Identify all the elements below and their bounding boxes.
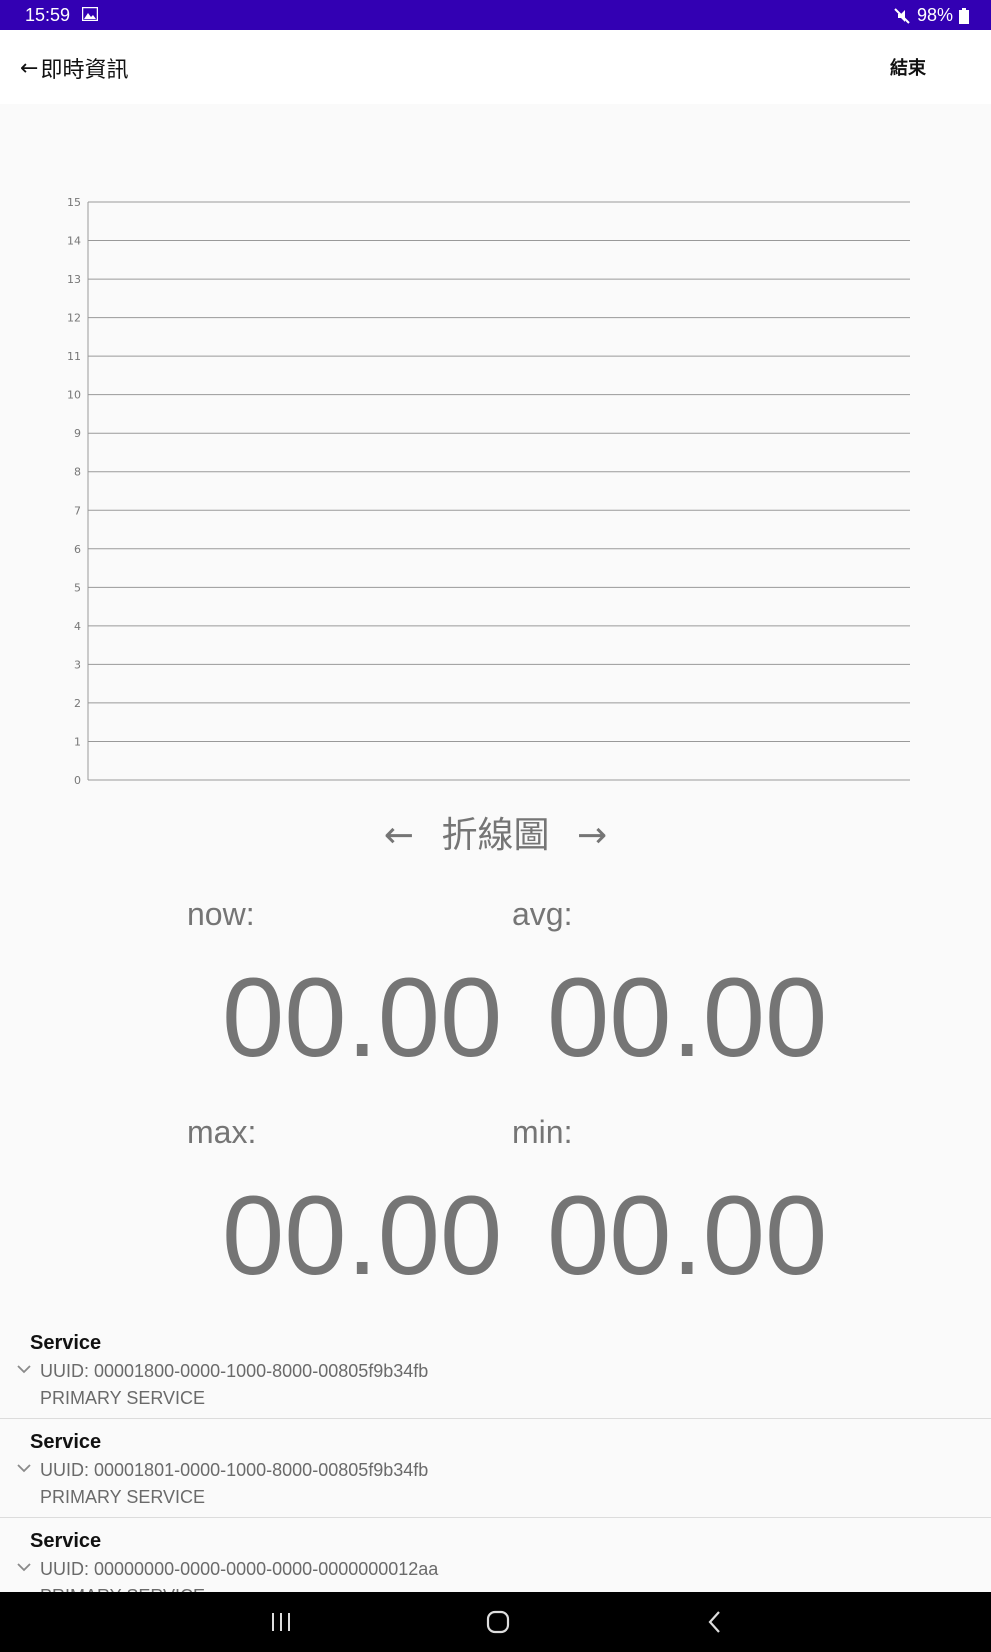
recent-apps-icon (272, 1613, 290, 1631)
min-value: 00.00 (547, 1173, 828, 1298)
avg-label: avg: (512, 896, 573, 932)
chevron-down-icon[interactable] (16, 1463, 32, 1473)
end-button[interactable]: 結束 (890, 54, 926, 80)
page-title: 即時資訊 (40, 58, 129, 83)
y-tick-label: 9 (74, 427, 81, 440)
y-tick-label: 8 (74, 466, 81, 479)
service-title: Service (30, 1332, 102, 1354)
recent-apps-button[interactable] (241, 1592, 321, 1652)
service-list: Service UUID: 00001800-0000-1000-8000-00… (0, 1320, 991, 1616)
y-tick-label: 4 (74, 620, 81, 633)
app-bar: ← 即時資訊 結束 (0, 30, 991, 104)
back-button[interactable]: ← 即時資訊 (20, 52, 128, 84)
battery-icon (959, 7, 969, 24)
y-tick-label: 13 (67, 273, 81, 286)
y-tick-label: 7 (74, 504, 81, 517)
mute-icon (894, 7, 910, 24)
image-icon (82, 7, 98, 21)
battery-percent: 98% (916, 5, 953, 25)
status-right: 98% (893, 5, 969, 26)
now-value: 00.00 (222, 955, 503, 1080)
status-bar: 15:59 98% (0, 0, 991, 30)
service-uuid: UUID: 00001800-0000-1000-8000-00805f9b34… (40, 1361, 429, 1381)
y-tick-label: 10 (67, 389, 81, 402)
back-nav-button[interactable] (675, 1592, 755, 1652)
y-tick-label: 3 (74, 658, 81, 671)
home-icon (486, 1610, 510, 1634)
service-title: Service (30, 1431, 102, 1453)
chart-type-title: 折線圖 (441, 815, 550, 856)
service-title: Service (30, 1530, 102, 1552)
next-chart-arrow[interactable]: → (577, 815, 607, 856)
chevron-down-icon[interactable] (16, 1364, 32, 1374)
service-type: PRIMARY SERVICE (40, 1388, 206, 1408)
back-icon (708, 1611, 720, 1633)
service-item[interactable]: Service UUID: 00001801-0000-1000-8000-00… (0, 1419, 991, 1518)
home-button[interactable] (458, 1592, 538, 1652)
y-tick-label: 0 (74, 774, 81, 787)
max-label: max: (187, 1114, 257, 1150)
y-tick-label: 6 (74, 543, 81, 556)
now-label: now: (187, 896, 255, 932)
prev-chart-arrow[interactable]: ← (384, 815, 414, 856)
line-chart: 1514131211109876543210 (67, 196, 910, 787)
status-time: 15:59 (25, 5, 71, 25)
back-arrow-icon: ← (20, 55, 39, 81)
y-tick-label: 14 (67, 235, 81, 248)
system-nav-bar (0, 1592, 991, 1652)
service-item[interactable]: Service UUID: 00001800-0000-1000-8000-00… (0, 1320, 991, 1419)
y-tick-label: 12 (67, 312, 81, 325)
avg-value: 00.00 (547, 955, 828, 1080)
service-uuid: UUID: 00000000-0000-0000-0000-0000000012… (40, 1559, 439, 1579)
min-label: min: (512, 1114, 573, 1150)
chart-nav: ← 折線圖 → (0, 806, 991, 858)
y-tick-label: 1 (74, 735, 81, 748)
max-value: 00.00 (222, 1173, 503, 1298)
service-uuid: UUID: 00001801-0000-1000-8000-00805f9b34… (40, 1460, 429, 1480)
y-tick-label: 2 (74, 697, 81, 710)
y-tick-label: 15 (67, 196, 81, 209)
service-type: PRIMARY SERVICE (40, 1487, 206, 1507)
chevron-down-icon[interactable] (16, 1562, 32, 1572)
y-tick-label: 5 (74, 581, 81, 594)
y-tick-label: 11 (67, 350, 81, 363)
